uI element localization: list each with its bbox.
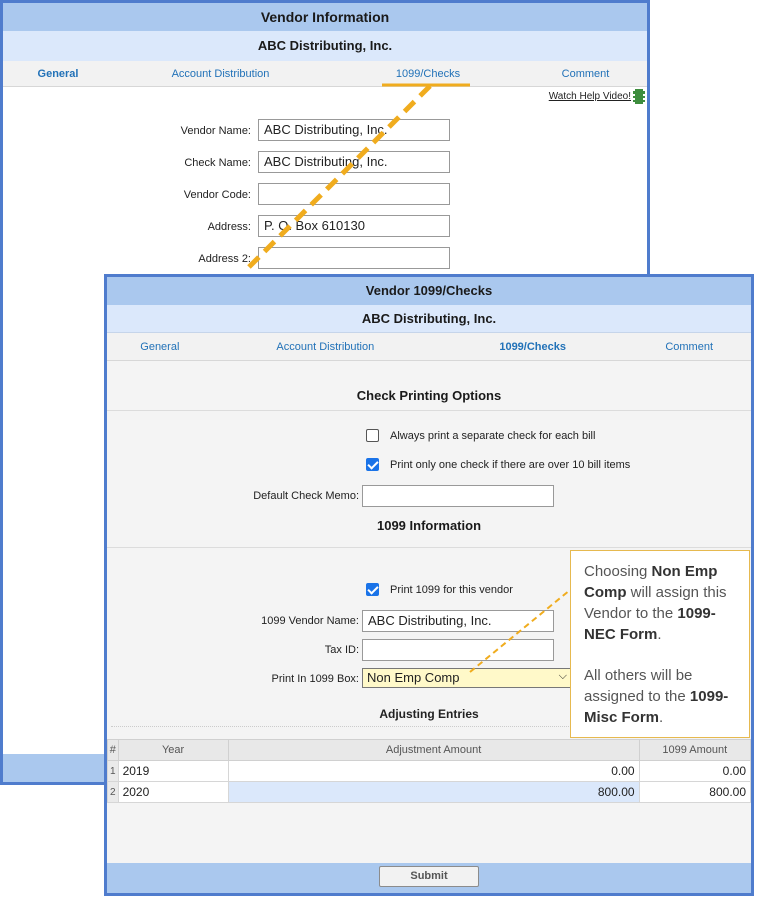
vendor-name-header: ABC Distributing, Inc. — [107, 305, 751, 333]
vendor-code-label: Vendor Code: — [183, 189, 251, 201]
tab-bar: General Account Distribution 1099/Checks… — [3, 61, 647, 87]
1099-amount-cell: 800.00 — [638, 781, 752, 803]
form-row: Vendor Code: — [3, 183, 647, 215]
vendor-name-label: Vendor Name: — [180, 125, 251, 137]
check-name-label: Check Name: — [184, 157, 251, 169]
form-row: Check Name: ABC Distributing, Inc. — [3, 151, 647, 183]
address-label: Address: — [207, 221, 251, 233]
1099-vendor-name-input[interactable]: ABC Distributing, Inc. — [362, 610, 554, 632]
adjustment-cell[interactable]: 0.00 — [227, 760, 640, 782]
one-check-row: Print only one check if there are over 1… — [107, 454, 751, 483]
print-1099-checkbox[interactable] — [366, 583, 379, 596]
tab-1099-checks[interactable]: 1099/Checks — [438, 341, 627, 353]
check-memo-input[interactable] — [362, 485, 554, 507]
form-row: Vendor Name: ABC Distributing, Inc. — [3, 119, 647, 151]
year-cell[interactable]: 2020 — [117, 781, 229, 803]
1099-box-select[interactable]: Non Emp Comp ⌵ — [362, 668, 572, 688]
callout-paragraph-1: Choosing Non Emp Comp will assign this V… — [584, 561, 737, 645]
check-printing-options-heading: Check Printing Options — [107, 361, 751, 411]
tab-account-distribution[interactable]: Account Distribution — [113, 68, 328, 80]
adjusting-entries-table: # Year Adjustment Amount 1099 Amount 1 2… — [107, 739, 752, 803]
vendor-code-input[interactable] — [258, 183, 450, 205]
tab-1099-checks[interactable]: 1099/Checks — [328, 68, 528, 80]
check-memo-label: Default Check Memo: — [253, 490, 359, 502]
adjustment-cell[interactable]: 800.00 — [227, 781, 640, 803]
column-header-1099-amount[interactable]: 1099 Amount — [638, 739, 752, 761]
address-input[interactable]: P. O. Box 610130 — [258, 215, 450, 237]
chevron-down-icon: ⌵ — [558, 670, 567, 682]
one-check-checkbox[interactable] — [366, 458, 379, 471]
callout-text: . — [659, 709, 664, 726]
film-icon[interactable] — [633, 89, 645, 104]
table-header-row: # Year Adjustment Amount 1099 Amount — [107, 739, 752, 761]
print-1099-label: Print 1099 for this vendor — [390, 584, 513, 596]
help-row: Watch Help Video! — [3, 87, 647, 107]
table-row[interactable]: 2 2020 800.00 800.00 — [107, 781, 752, 803]
year-cell[interactable]: 2019 — [117, 760, 229, 782]
1099-vendor-name-label: 1099 Vendor Name: — [261, 615, 359, 627]
address-2-label: Address 2: — [198, 253, 251, 265]
column-header-year[interactable]: Year — [117, 739, 229, 761]
table-row[interactable]: 1 2019 0.00 0.00 — [107, 760, 752, 782]
row-index: 2 — [107, 781, 119, 803]
watch-help-video-link[interactable]: Watch Help Video! — [549, 91, 631, 102]
1099-box-selected-value: Non Emp Comp — [367, 670, 460, 685]
tab-general[interactable]: General — [3, 68, 113, 80]
callout-text: All others will be assigned to the — [584, 667, 693, 705]
tax-id-input[interactable] — [362, 639, 554, 661]
row-index: 1 — [107, 760, 119, 782]
tax-id-label: Tax ID: — [324, 644, 359, 656]
form-row: Address: P. O. Box 610130 — [3, 215, 647, 247]
separate-check-checkbox[interactable] — [366, 429, 379, 442]
check-name-input[interactable]: ABC Distributing, Inc. — [258, 151, 450, 173]
check-memo-row: Default Check Memo: — [107, 483, 751, 512]
callout-text: Choosing — [584, 563, 652, 580]
window-title: Vendor 1099/Checks — [107, 277, 751, 305]
vendor-name-header: ABC Distributing, Inc. — [3, 31, 647, 61]
vendor-form: Vendor Name: ABC Distributing, Inc. Chec… — [3, 119, 647, 279]
footer-bar: Submit — [107, 863, 751, 893]
address-2-input[interactable] — [258, 247, 450, 269]
tab-account-distribution[interactable]: Account Distribution — [213, 341, 438, 353]
separate-check-label: Always print a separate check for each b… — [390, 430, 596, 442]
1099-box-label: Print In 1099 Box: — [271, 673, 359, 685]
window-title: Vendor Information — [3, 3, 647, 31]
tab-general[interactable]: General — [107, 341, 213, 353]
column-header-index: # — [107, 739, 119, 761]
one-check-label: Print only one check if there are over 1… — [390, 459, 631, 471]
callout-paragraph-2: All others will be assigned to the 1099-… — [584, 665, 737, 728]
annotation-callout: Choosing Non Emp Comp will assign this V… — [570, 550, 750, 738]
separate-check-row: Always print a separate check for each b… — [107, 425, 751, 454]
callout-text: . — [657, 626, 662, 643]
column-header-adjustment[interactable]: Adjustment Amount — [227, 739, 640, 761]
1099-amount-cell: 0.00 — [638, 760, 752, 782]
tab-comment[interactable]: Comment — [528, 68, 643, 80]
submit-button[interactable]: Submit — [379, 866, 479, 887]
tab-bar: General Account Distribution 1099/Checks… — [107, 333, 751, 361]
tab-comment[interactable]: Comment — [627, 341, 751, 353]
1099-information-heading: 1099 Information — [107, 512, 751, 548]
vendor-name-input[interactable]: ABC Distributing, Inc. — [258, 119, 450, 141]
